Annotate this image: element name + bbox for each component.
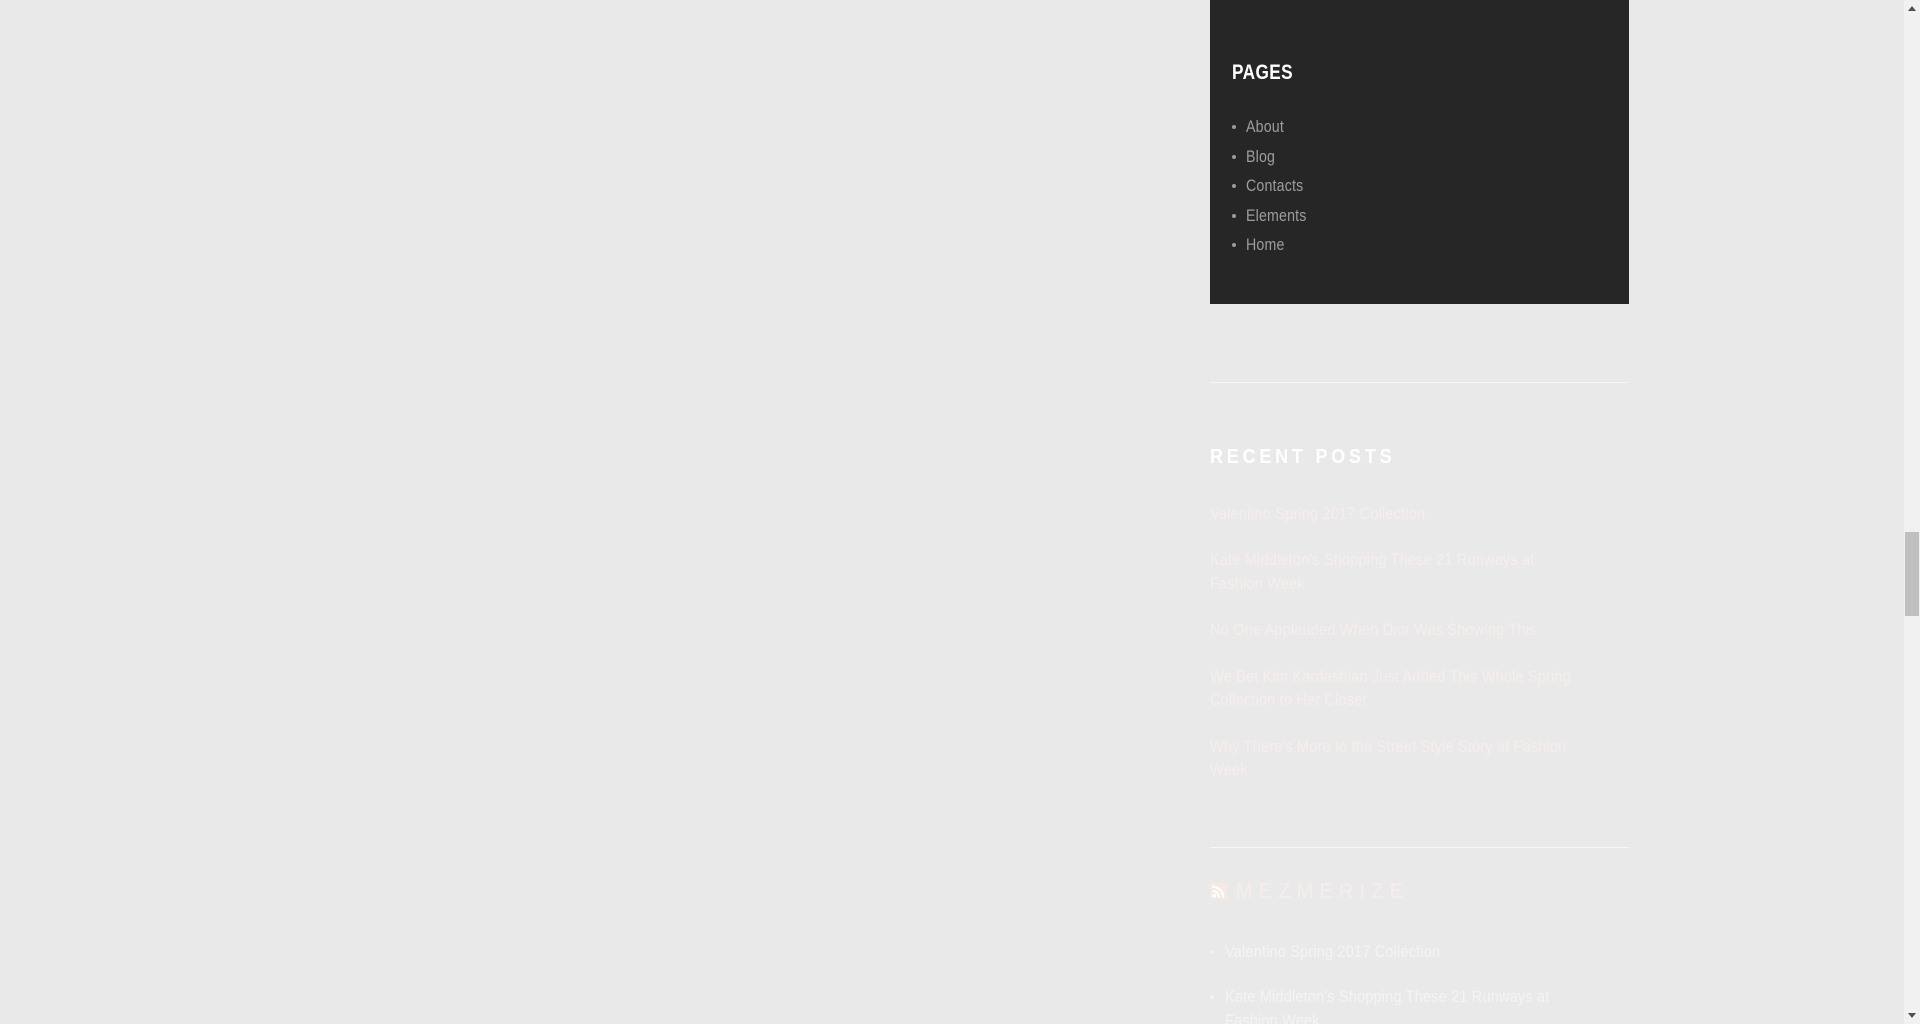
list-item[interactable]: Blog [1232,148,1609,166]
rss-feed-icon[interactable] [1210,882,1227,900]
rss-widget-header: MEZMERIZE [1210,878,1629,904]
rss-item-link-1[interactable]: Valentino Spring 2017 Collection [1225,941,1440,964]
bullet-icon [1232,213,1236,218]
list-item[interactable]: Valentino Spring 2017 Collection [1210,503,1629,526]
rss-list: Valentino Spring 2017 Collection Kate Mi… [1210,941,1629,1024]
list-item[interactable]: No One Applauded When Dior Was Showing T… [1210,619,1629,642]
sidebar: PAGES About Blog Contacts Elements Home … [1210,0,1629,1024]
bullet-icon [1232,243,1236,247]
list-item[interactable]: Kate Middleton's Shopping These 21 Runwa… [1210,549,1629,596]
scroll-up-arrow-icon[interactable] [1904,0,1920,17]
list-item[interactable]: Elements [1232,207,1609,225]
recent-post-link-4[interactable]: We Bet Kim Kardashian Just Added This Wh… [1210,666,1579,713]
bullet-icon [1232,154,1236,159]
list-item[interactable]: Kate Middleton's Shopping These 21 Runwa… [1210,986,1629,1024]
sidebar-item-about[interactable]: About [1246,119,1284,136]
vertical-scrollbar[interactable] [1904,0,1920,1024]
list-item[interactable]: About [1232,119,1609,136]
scrollbar-thumb[interactable] [1905,532,1919,616]
rss-widget: MEZMERIZE Valentino Spring 2017 Collecti… [1210,878,1629,1024]
recent-posts-list: Valentino Spring 2017 Collection Kate Mi… [1210,503,1629,782]
sidebar-item-home[interactable]: Home [1246,237,1285,254]
sidebar-item-elements[interactable]: Elements [1246,207,1307,225]
pages-widget: PAGES About Blog Contacts Elements Home [1210,0,1629,304]
list-item[interactable]: Home [1232,237,1609,254]
rss-item-link-2[interactable]: Kate Middleton's Shopping These 21 Runwa… [1225,986,1581,1024]
bullet-icon [1210,950,1214,954]
divider [1210,847,1629,848]
list-item[interactable]: We Bet Kim Kardashian Just Added This Wh… [1210,666,1629,713]
pages-list: About Blog Contacts Elements Home [1232,119,1609,254]
scroll-down-arrow-icon[interactable] [1904,1007,1920,1024]
recent-post-link-3[interactable]: No One Applauded When Dior Was Showing T… [1210,619,1536,642]
list-item[interactable]: Contacts [1232,178,1609,195]
recent-post-link-2[interactable]: Kate Middleton's Shopping These 21 Runwa… [1210,549,1579,596]
page-root: PAGES About Blog Contacts Elements Home … [0,0,1920,1024]
recent-posts-widget-title: RECENT POSTS [1210,446,1396,468]
divider [1210,382,1629,383]
bullet-icon [1232,125,1236,129]
rss-widget-title: MEZMERIZE [1236,879,1410,903]
recent-post-link-5[interactable]: Why There's More to the Street Style Sto… [1210,736,1579,783]
recent-post-link-1[interactable]: Valentino Spring 2017 Collection [1210,503,1425,526]
list-item[interactable]: Why There's More to the Street Style Sto… [1210,736,1629,783]
sidebar-item-blog[interactable]: Blog [1246,148,1275,166]
bullet-icon [1210,995,1214,1000]
recent-posts-widget: RECENT POSTS Valentino Spring 2017 Colle… [1210,447,1629,805]
list-item[interactable]: Valentino Spring 2017 Collection [1210,941,1629,964]
pages-widget-title: PAGES [1232,61,1294,84]
bullet-icon [1232,184,1236,188]
sidebar-item-contacts[interactable]: Contacts [1246,178,1303,195]
